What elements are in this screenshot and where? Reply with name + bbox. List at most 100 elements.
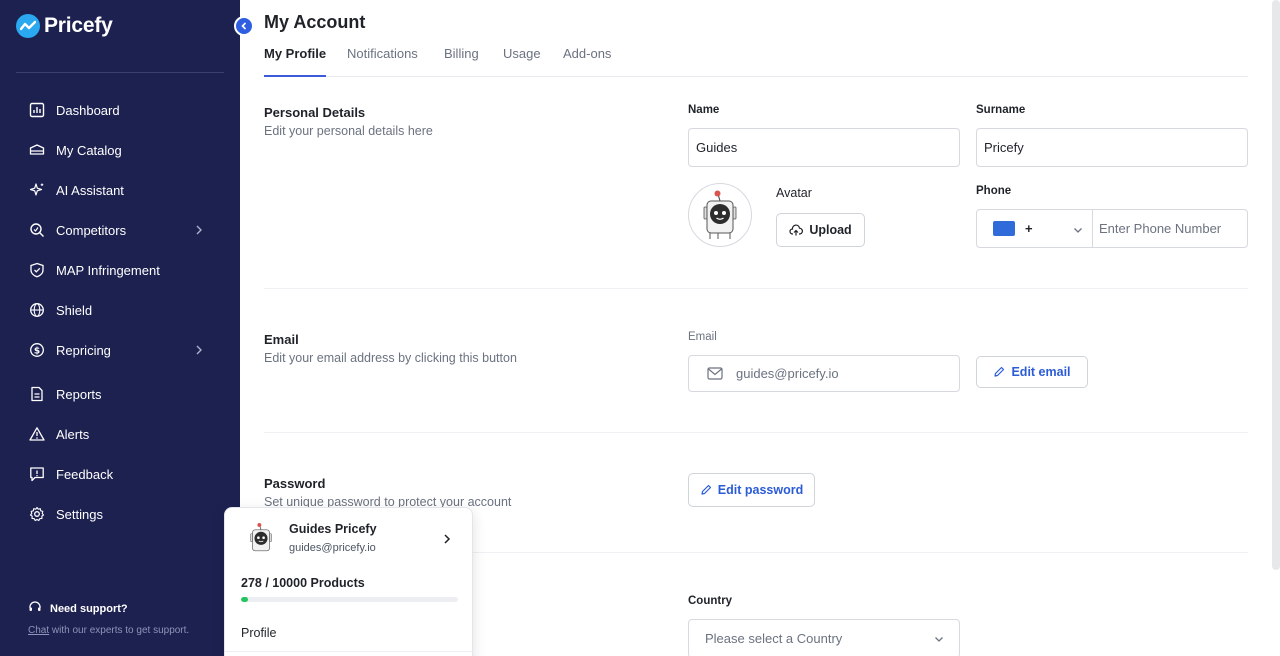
feedback-icon bbox=[28, 465, 46, 483]
gear-icon bbox=[28, 505, 46, 523]
warning-icon bbox=[28, 425, 46, 443]
chevron-right-icon bbox=[192, 223, 206, 237]
brand-name: Pricefy bbox=[44, 14, 113, 37]
email-section-subtitle: Edit your email address by clicking this… bbox=[264, 351, 517, 365]
email-label: Email bbox=[688, 331, 717, 343]
personal-details-subtitle: Edit your personal details here bbox=[264, 124, 433, 138]
name-value: Guides bbox=[696, 140, 738, 155]
surname-label: Surname bbox=[976, 104, 1026, 116]
page-title: My Account bbox=[264, 12, 366, 32]
sidebar: Pricefy Dashboard My Catalog AI Assistan… bbox=[0, 0, 240, 656]
sidebar-item-repricing[interactable]: $ Repricing bbox=[28, 338, 218, 362]
catalog-icon bbox=[28, 141, 46, 159]
tab-billing[interactable]: Billing bbox=[444, 46, 479, 77]
dollar-refresh-icon: $ bbox=[28, 341, 46, 359]
competitors-icon bbox=[28, 221, 46, 239]
sparkle-icon bbox=[28, 181, 46, 199]
avatar bbox=[245, 522, 277, 556]
sidebar-item-shield[interactable]: Shield bbox=[28, 298, 218, 322]
chevron-right-icon[interactable] bbox=[441, 532, 453, 550]
products-usage-text: 278 / 10000 Products bbox=[241, 576, 365, 590]
sidebar-divider bbox=[16, 72, 224, 73]
chevron-right-icon bbox=[192, 343, 206, 357]
chevron-left-icon bbox=[241, 22, 247, 30]
products-usage-bar-fill bbox=[241, 597, 248, 602]
dashboard-icon bbox=[28, 101, 46, 119]
sidebar-item-reports[interactable]: Reports bbox=[28, 382, 218, 406]
svg-text:$: $ bbox=[34, 346, 40, 356]
chevron-down-icon bbox=[933, 633, 945, 648]
support-title-text: Need support? bbox=[50, 602, 128, 615]
profile-menu-item[interactable]: Profile bbox=[241, 626, 276, 640]
personal-details-title: Personal Details bbox=[264, 105, 366, 120]
edit-email-button[interactable]: Edit email bbox=[976, 356, 1088, 388]
logo[interactable]: Pricefy bbox=[16, 14, 113, 38]
flag-icon bbox=[993, 221, 1015, 236]
country-placeholder: Please select a Country bbox=[705, 631, 843, 646]
chat-link[interactable]: Chat bbox=[28, 625, 49, 636]
sidebar-item-label: AI Assistant bbox=[56, 182, 124, 198]
collapse-sidebar-button[interactable] bbox=[234, 16, 254, 36]
sidebar-item-dashboard[interactable]: Dashboard bbox=[28, 98, 218, 122]
support-description: with our experts to get support. bbox=[49, 625, 190, 636]
tab-add-ons[interactable]: Add-ons bbox=[563, 46, 611, 77]
products-usage-bar bbox=[241, 597, 458, 602]
country-label: Country bbox=[688, 595, 733, 607]
sidebar-item-label: Competitors bbox=[56, 222, 127, 238]
sidebar-item-label: Reports bbox=[56, 386, 102, 402]
country-code-select[interactable]: + bbox=[977, 210, 1093, 247]
user-email: guides@pricefy.io bbox=[289, 542, 376, 554]
avatar-label: Avatar bbox=[776, 186, 812, 200]
tab-usage[interactable]: Usage bbox=[503, 46, 541, 77]
user-menu-popup: Guides Pricefy guides@pricefy.io 278 / 1… bbox=[224, 507, 474, 656]
sidebar-item-alerts[interactable]: Alerts bbox=[28, 422, 218, 446]
sidebar-item-label: MAP Infringement bbox=[56, 262, 160, 278]
edit-email-label: Edit email bbox=[1011, 365, 1071, 379]
name-label: Name bbox=[688, 104, 720, 116]
edit-password-button[interactable]: Edit password bbox=[688, 473, 815, 507]
password-section-title: Password bbox=[264, 476, 326, 491]
edit-password-label: Edit password bbox=[717, 483, 804, 497]
upload-label: Upload bbox=[809, 223, 852, 237]
country-select[interactable]: Please select a Country bbox=[688, 619, 960, 656]
sidebar-item-label: My Catalog bbox=[56, 142, 122, 158]
surname-input[interactable]: Pricefy bbox=[976, 128, 1248, 167]
support-title: Need support? bbox=[28, 600, 189, 617]
avatar bbox=[688, 183, 752, 247]
chevron-down-icon bbox=[1072, 223, 1084, 241]
sidebar-item-label: Feedback bbox=[56, 466, 114, 482]
phone-number-input[interactable]: Enter Phone Number bbox=[1093, 221, 1247, 236]
section-divider bbox=[264, 432, 1248, 433]
pencil-icon bbox=[701, 484, 711, 495]
tab-notifications[interactable]: Notifications bbox=[347, 46, 418, 77]
mail-icon bbox=[707, 367, 723, 380]
support-box: Need support? Chat with our experts to g… bbox=[28, 600, 189, 636]
support-text: Chat with our experts to get support. bbox=[28, 625, 189, 636]
email-field: guides@pricefy.io bbox=[688, 355, 960, 392]
robot-avatar-icon bbox=[250, 522, 272, 552]
scrollbar[interactable] bbox=[1272, 0, 1280, 570]
email-value: guides@pricefy.io bbox=[736, 366, 839, 381]
sidebar-item-settings[interactable]: Settings bbox=[28, 502, 218, 526]
sidebar-item-my-catalog[interactable]: My Catalog bbox=[28, 138, 218, 162]
sidebar-item-competitors[interactable]: Competitors bbox=[28, 218, 218, 242]
user-name: Guides Pricefy bbox=[289, 522, 377, 536]
phone-field: + Enter Phone Number bbox=[976, 209, 1248, 248]
sidebar-item-label: Settings bbox=[56, 506, 103, 522]
globe-icon bbox=[28, 301, 46, 319]
sidebar-item-map-infringement[interactable]: MAP Infringement bbox=[28, 258, 218, 282]
pricefy-logo-icon bbox=[16, 14, 40, 38]
menu-divider bbox=[225, 651, 474, 652]
tabs: My Profile Notifications Billing Usage A… bbox=[264, 46, 1248, 77]
email-section-title: Email bbox=[264, 332, 299, 347]
report-icon bbox=[28, 385, 46, 403]
section-divider bbox=[264, 288, 1248, 289]
sidebar-item-feedback[interactable]: Feedback bbox=[28, 462, 218, 486]
sidebar-item-ai-assistant[interactable]: AI Assistant bbox=[28, 178, 218, 202]
name-input[interactable]: Guides bbox=[688, 128, 960, 167]
shield-check-icon bbox=[28, 261, 46, 279]
tab-my-profile[interactable]: My Profile bbox=[264, 46, 327, 77]
phone-prefix: + bbox=[1025, 221, 1033, 236]
headset-icon bbox=[28, 600, 42, 617]
upload-button[interactable]: Upload bbox=[776, 213, 865, 247]
